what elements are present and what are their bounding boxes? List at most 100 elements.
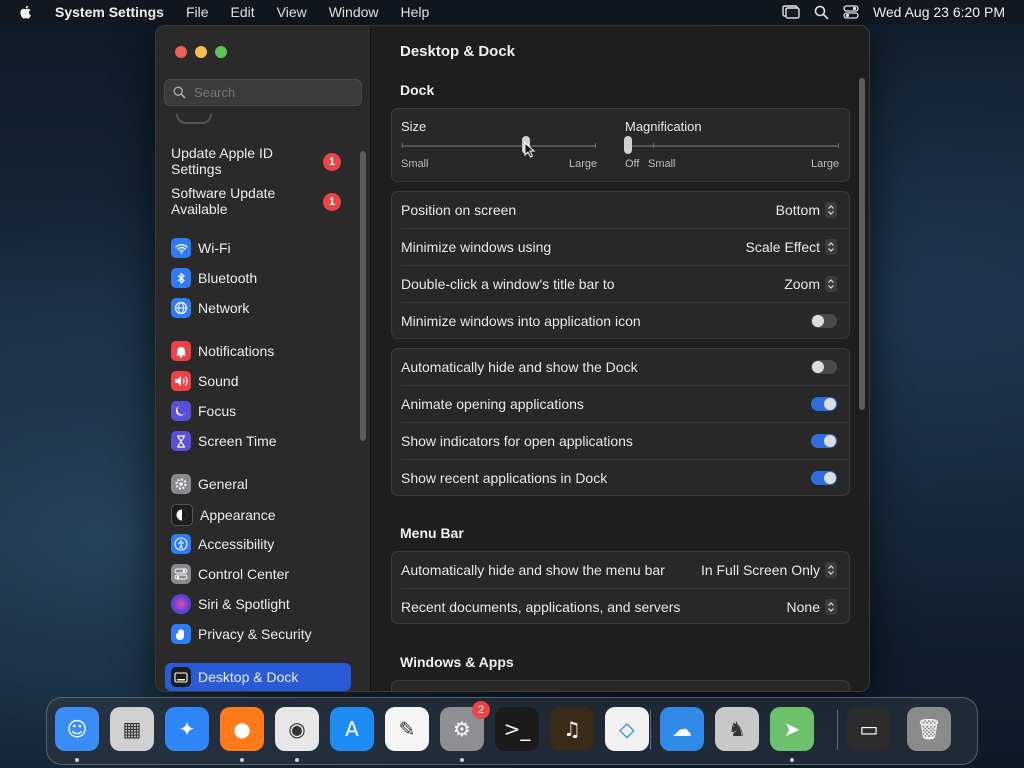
dock-toggles-group: Automatically hide and show the Dock Ani…	[391, 348, 850, 496]
size-tick	[595, 143, 596, 148]
show-indicators-toggle[interactable]	[811, 434, 837, 448]
sidebar-item-notifications[interactable]: Notifications	[171, 341, 274, 361]
size-tick	[402, 143, 403, 148]
auto-hide-dock-label: Automatically hide and show the Dock	[401, 359, 638, 375]
avatar[interactable]	[176, 114, 212, 124]
textedit-icon[interactable]: ✎	[385, 707, 429, 751]
auto-hide-dock-row: Automatically hide and show the Dock	[401, 357, 837, 377]
firefox-icon[interactable]: ●	[220, 707, 264, 751]
menu-window[interactable]: Window	[318, 4, 390, 20]
sidebar-item-desktop-dock[interactable]: Desktop & Dock	[165, 663, 351, 691]
sidebar-item-bluetooth[interactable]: Bluetooth	[171, 268, 257, 288]
row-divider	[401, 459, 849, 460]
sidebar-item-label: Network	[198, 300, 250, 316]
sidebar-scrollbar[interactable]	[360, 151, 366, 441]
recent-documents-row: Recent documents, applications, and serv…	[401, 597, 837, 617]
hourglass-icon	[171, 431, 191, 451]
search-input[interactable]	[192, 84, 346, 101]
show-recent-label: Show recent applications in Dock	[401, 470, 608, 486]
sidebar-item-label: Focus	[198, 403, 237, 419]
minimize-into-icon-row: Minimize windows into application icon	[401, 311, 837, 331]
auto-hide-menubar-popup[interactable]: In Full Screen Only	[701, 562, 837, 578]
minimize-button[interactable]	[195, 46, 207, 58]
sidebar-item-focus[interactable]: Focus	[171, 401, 236, 421]
mouse-cursor-icon	[524, 142, 536, 158]
menu-view[interactable]: View	[266, 4, 318, 20]
sidebar-item-sound[interactable]: Sound	[171, 371, 238, 391]
screen-mirroring-icon[interactable]	[782, 5, 800, 19]
recent-documents-label: Recent documents, applications, and serv…	[401, 599, 681, 615]
app-store-icon[interactable]: A	[330, 707, 374, 751]
trash-icon[interactable]: 🗑	[907, 707, 951, 751]
menu-bar-group: Automatically hide and show the menu bar…	[391, 551, 850, 624]
running-indicator	[75, 758, 79, 762]
launchpad-icon[interactable]: ▦	[110, 707, 154, 751]
sidebar-item-accessibility[interactable]: Accessibility	[171, 534, 274, 554]
speaker-icon	[171, 371, 191, 391]
auto-hide-menubar-value: In Full Screen Only	[700, 562, 820, 578]
hand-icon	[171, 624, 191, 644]
sidebar-item-label: Sound	[198, 373, 239, 389]
chess-icon[interactable]: ♞	[715, 707, 759, 751]
update-apple-id-notice[interactable]: Update Apple ID Settings 1	[171, 145, 341, 177]
sidebar-item-privacy-security[interactable]: Privacy & Security	[171, 624, 312, 644]
sidebar-item-siri-spotlight[interactable]: Siri & Spotlight	[171, 594, 290, 614]
popup-chevrons-icon	[825, 239, 837, 255]
magnification-slider-thumb[interactable]	[624, 136, 632, 154]
spotlight-search-icon[interactable]	[814, 5, 829, 20]
finder-icon[interactable]: ☺	[55, 707, 99, 751]
sidebar-item-label: Notifications	[198, 343, 275, 359]
minimize-using-popup[interactable]: Scale Effect	[746, 239, 837, 255]
maps-icon[interactable]: ➤	[770, 707, 814, 751]
sidebar-item-label: Appearance	[200, 507, 276, 523]
show-recent-toggle[interactable]	[811, 471, 837, 485]
sidebar: Update Apple ID Settings 1 Software Upda…	[156, 26, 371, 691]
menu-clock[interactable]: Wed Aug 23 6:20 PM	[873, 4, 1005, 20]
chrome-icon[interactable]: ◉	[275, 707, 319, 751]
magnification-slider-track[interactable]	[625, 145, 839, 147]
recent-documents-value: None	[786, 599, 820, 615]
content-scrollbar[interactable]	[859, 78, 865, 410]
apple-icon[interactable]	[18, 4, 34, 20]
menu-file[interactable]: File	[175, 4, 220, 20]
sidebar-item-general[interactable]: General	[171, 474, 248, 494]
magnification-min-label: Small	[648, 158, 676, 170]
auto-hide-dock-toggle[interactable]	[811, 360, 837, 374]
app-menu[interactable]: System Settings	[44, 4, 175, 20]
recent-documents-popup[interactable]: None	[787, 599, 837, 615]
sidebar-item-screen-time[interactable]: Screen Time	[171, 431, 277, 451]
sidebar-item-appearance[interactable]: Appearance	[171, 504, 276, 526]
moon-icon	[171, 401, 191, 421]
magnification-tick	[653, 143, 654, 148]
row-divider	[401, 422, 849, 423]
position-popup[interactable]: Bottom	[776, 202, 837, 218]
sidebar-item-control-center[interactable]: Control Center	[171, 564, 289, 584]
control-center-icon[interactable]	[843, 5, 859, 19]
sidebar-item-label: Control Center	[198, 566, 290, 582]
garageband-icon[interactable]: ♫	[550, 707, 594, 751]
menu-help[interactable]: Help	[390, 4, 441, 20]
dock-options-group: Position on screen Bottom Minimize windo…	[391, 191, 850, 339]
close-button[interactable]	[175, 46, 187, 58]
vscode-icon[interactable]: ◇	[605, 707, 649, 751]
safari-icon[interactable]: ✦	[165, 707, 209, 751]
animate-opening-toggle[interactable]	[811, 397, 837, 411]
minimized-window-icon[interactable]: ▭	[847, 707, 891, 751]
size-slider-track[interactable]	[401, 145, 596, 147]
minimize-into-icon-toggle[interactable]	[811, 314, 837, 328]
auto-hide-menubar-label: Automatically hide and show the menu bar	[401, 562, 665, 578]
notice-label-line1: Update Apple ID	[171, 145, 273, 161]
dock-size-group: Size Small Large Magnification Off Small…	[391, 108, 850, 182]
terminal-icon[interactable]: >_	[495, 707, 539, 751]
sidebar-item-label: Screen Time	[198, 433, 277, 449]
notice-badge: 1	[323, 193, 341, 211]
sidebar-item-wifi[interactable]: Wi-Fi	[171, 238, 231, 258]
search-field[interactable]	[164, 79, 362, 106]
menu-edit[interactable]: Edit	[220, 4, 266, 20]
software-update-notice[interactable]: Software Update Available 1	[171, 185, 341, 217]
weather-icon[interactable]: ☁	[660, 707, 704, 751]
zoom-button[interactable]	[215, 46, 227, 58]
notice-label-line2: Settings	[171, 161, 222, 177]
double-click-popup[interactable]: Zoom	[784, 276, 837, 292]
sidebar-item-network[interactable]: Network	[171, 298, 249, 318]
